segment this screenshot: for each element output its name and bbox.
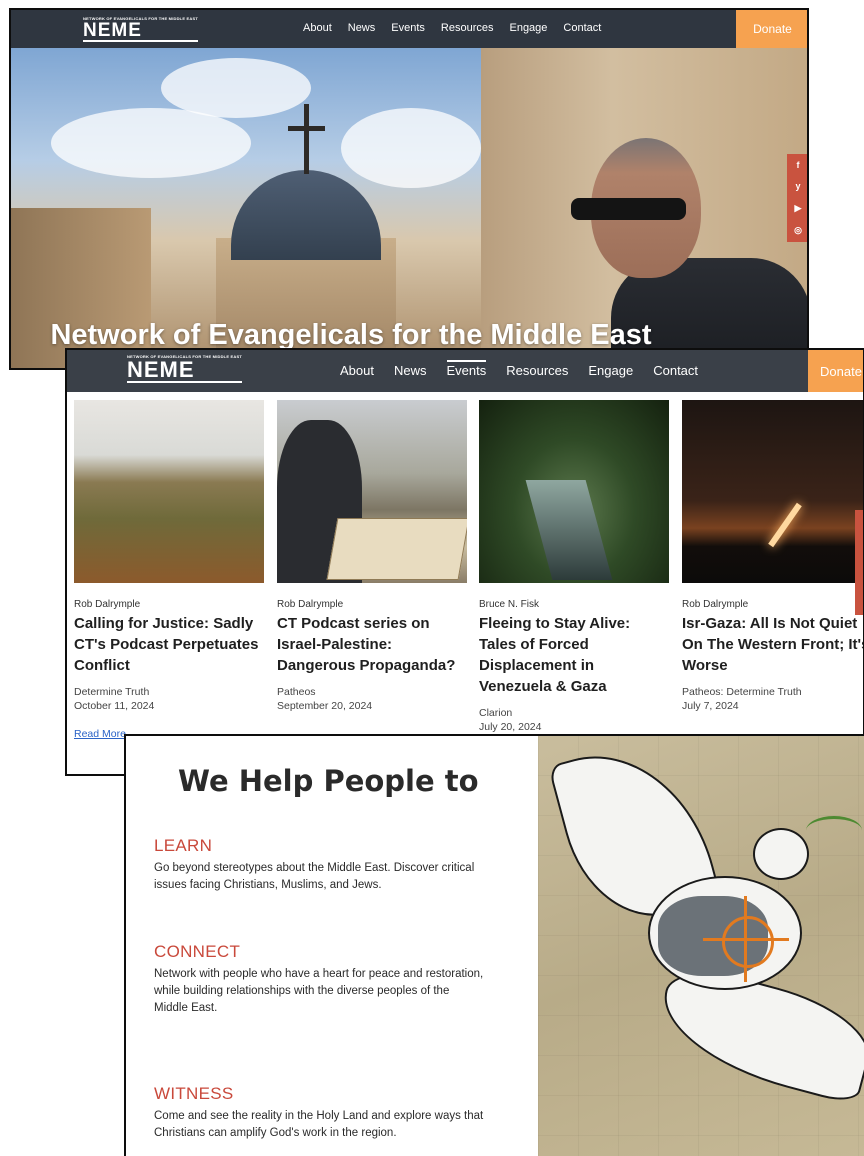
instagram-icon[interactable]: ◎	[794, 225, 802, 236]
donate-button[interactable]: Donate	[808, 350, 863, 392]
main-menu: About News Events Resources Engage Conta…	[303, 22, 617, 34]
news-card[interactable]: Rob Dalrymple Isr-Gaza: All Is Not Quiet…	[682, 400, 863, 712]
top-nav: NETWORK OF EVANGELICALS FOR THE MIDDLE E…	[11, 10, 807, 48]
help-screenshot: We Help People to LEARN Go beyond stereo…	[124, 734, 864, 1156]
site-logo[interactable]: NETWORK OF EVANGELICALS FOR THE MIDDLE E…	[83, 17, 198, 42]
social-bar-edge	[855, 510, 863, 615]
donate-button[interactable]: Donate	[736, 10, 807, 48]
connect-text: Network with people who have a heart for…	[154, 968, 484, 1014]
card-title[interactable]: Calling for Justice: Sadly CT's Podcast …	[74, 613, 264, 676]
learn-heading: LEARN	[154, 836, 213, 855]
card-author: Rob Dalrymple	[74, 599, 141, 610]
nav-engage[interactable]: Engage	[588, 363, 633, 378]
card-date: July 7, 2024	[682, 700, 739, 712]
card-source: Patheos	[277, 686, 316, 698]
card-title[interactable]: CT Podcast series on Israel-Palestine: D…	[277, 613, 467, 676]
nav-about[interactable]: About	[303, 22, 332, 34]
site-logo[interactable]: NETWORK OF EVANGELICALS FOR THE MIDDLE E…	[127, 355, 242, 383]
facebook-icon[interactable]: f	[797, 160, 800, 170]
card-image[interactable]	[479, 400, 669, 583]
witness-block: WITNESS Come and see the reality in the …	[154, 1084, 484, 1142]
crosshair-icon	[722, 916, 774, 968]
card-image[interactable]	[277, 400, 467, 583]
nav-engage[interactable]: Engage	[509, 22, 547, 34]
connect-heading: CONNECT	[154, 942, 241, 961]
connect-block: CONNECT Network with people who have a h…	[154, 942, 484, 1017]
peace-dove-mural-image	[538, 736, 864, 1156]
news-card[interactable]: Rob Dalrymple Calling for Justice: Sadly…	[74, 400, 264, 740]
witness-heading: WITNESS	[154, 1084, 234, 1103]
twitter-icon[interactable]: y	[795, 181, 800, 191]
nav-resources[interactable]: Resources	[506, 363, 568, 378]
card-date: September 20, 2024	[277, 700, 373, 712]
learn-block: LEARN Go beyond stereotypes about the Mi…	[154, 836, 484, 894]
news-screenshot: NETWORK OF EVANGELICALS FOR THE MIDDLE E…	[65, 348, 864, 776]
card-date: July 20, 2024	[479, 721, 542, 733]
card-image[interactable]	[682, 400, 863, 583]
card-author: Bruce N. Fisk	[479, 599, 540, 610]
learn-text: Go beyond stereotypes about the Middle E…	[154, 862, 475, 891]
social-bar: f y ▶ ◎	[787, 154, 807, 242]
card-source: Patheos: Determine Truth	[682, 686, 802, 698]
card-title[interactable]: Fleeing to Stay Alive: Tales of Forced D…	[479, 613, 669, 697]
nav-contact[interactable]: Contact	[563, 22, 601, 34]
nav-resources[interactable]: Resources	[441, 22, 494, 34]
top-nav: NETWORK OF EVANGELICALS FOR THE MIDDLE E…	[67, 350, 863, 392]
card-author: Rob Dalrymple	[277, 599, 344, 610]
hero-screenshot: Network of Evangelicals for the Middle E…	[9, 8, 809, 370]
youtube-icon[interactable]: ▶	[795, 203, 802, 214]
card-source: Clarion	[479, 707, 513, 719]
card-title[interactable]: Isr-Gaza: All Is Not Quiet On The Wester…	[682, 613, 863, 676]
card-author: Rob Dalrymple	[682, 599, 749, 610]
main-menu: About News Events Resources Engage Conta…	[340, 360, 718, 378]
hero-title: Network of Evangelicals for the Middle E…	[50, 319, 652, 351]
nav-news[interactable]: News	[394, 363, 427, 378]
nav-news[interactable]: News	[348, 22, 376, 34]
nav-events[interactable]: Events	[391, 22, 425, 34]
nav-about[interactable]: About	[340, 363, 374, 378]
card-source: Determine Truth	[74, 686, 150, 698]
nav-events[interactable]: Events	[446, 360, 487, 378]
news-card[interactable]: Bruce N. Fisk Fleeing to Stay Alive: Tal…	[479, 400, 669, 733]
section-title: We Help People to	[178, 764, 479, 798]
news-card[interactable]: Rob Dalrymple CT Podcast series on Israe…	[277, 400, 467, 712]
card-date: October 11, 2024	[74, 700, 155, 712]
hero-image: Network of Evangelicals for the Middle E…	[11, 48, 807, 368]
nav-contact[interactable]: Contact	[653, 363, 698, 378]
card-image[interactable]	[74, 400, 264, 583]
witness-text: Come and see the reality in the Holy Lan…	[154, 1110, 484, 1139]
